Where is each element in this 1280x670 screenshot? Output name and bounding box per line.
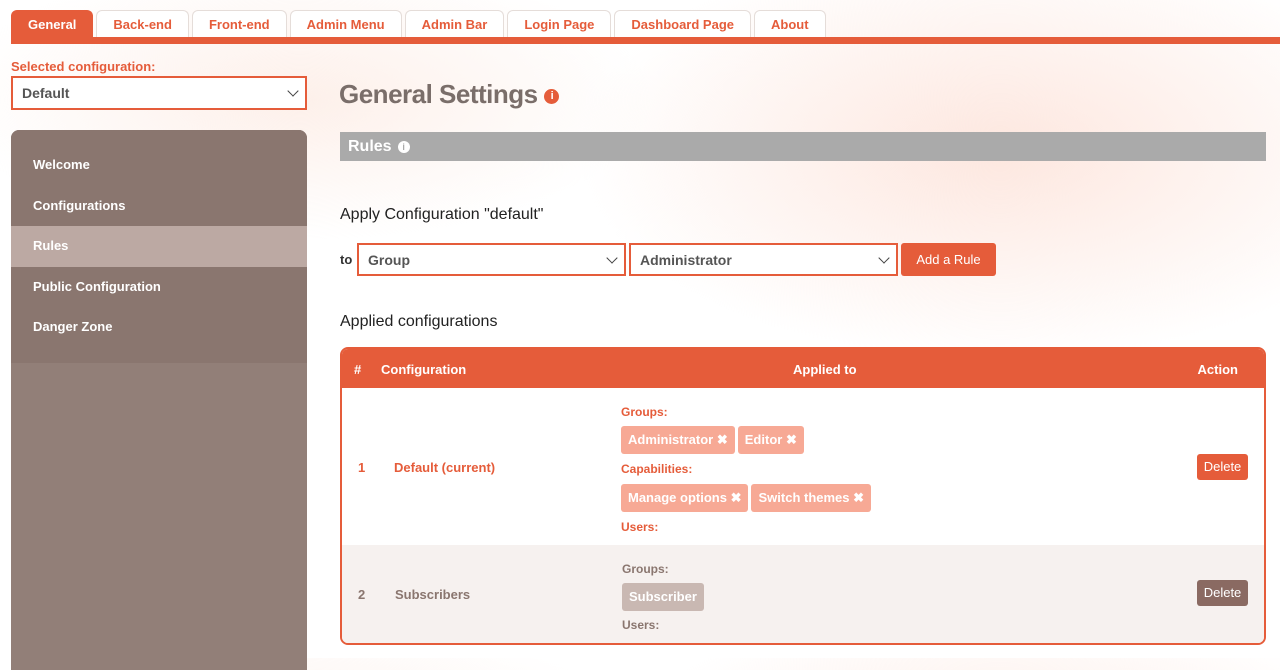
chevron-down-icon [606,251,618,264]
page-title-text: General Settings [339,79,538,109]
chevron-down-icon [878,251,890,264]
tab-admin-menu[interactable]: Admin Menu [289,10,402,37]
sidebar: Welcome Configurations Rules Public Conf… [11,130,307,670]
delete-button[interactable]: Delete [1197,580,1248,606]
table-row: 2 Subscribers Groups: Subscriber Users: … [342,545,1264,643]
apply-title: Apply Configuration "default" [340,206,544,223]
capability-chip: Switch themes ✖ [751,484,872,512]
table-row: 1 Default (current) Groups: Administrato… [342,388,1264,545]
rule-type-select[interactable]: Group [357,243,626,276]
sidebar-item-danger-zone[interactable]: Danger Zone [11,307,307,348]
row-name: Subscribers [395,587,471,602]
chip-label: Administrator [628,432,714,447]
groups-label: Groups: [622,562,669,576]
delete-button[interactable]: Delete [1197,454,1248,480]
group-chip: Administrator ✖ [621,426,735,454]
tab-login-page[interactable]: Login Page [507,10,612,37]
tab-general[interactable]: General [11,10,94,37]
rule-target-value: Administrator [640,251,732,268]
remove-icon[interactable]: ✖ [731,490,742,505]
tab-front-end[interactable]: Front-end [191,10,287,37]
info-icon[interactable]: i [397,140,410,153]
selected-configuration-label: Selected configuration: [11,59,156,74]
tab-bar: General Back-end Front-end Admin Menu Ad… [11,10,826,37]
capabilities-label: Capabilities: [621,462,693,476]
configuration-select[interactable]: Default [11,76,307,110]
chip-label: Manage options [628,490,727,505]
remove-icon[interactable]: ✖ [717,432,728,447]
chip-label: Editor [744,432,783,447]
tab-dashboard-page[interactable]: Dashboard Page [614,10,751,37]
group-chip: Editor ✖ [737,426,804,454]
tab-back-end[interactable]: Back-end [96,10,189,37]
group-chip: Subscriber [622,583,704,611]
chip-label: Switch themes [758,490,850,505]
sidebar-item-rules[interactable]: Rules [11,226,307,267]
remove-icon[interactable]: ✖ [853,490,864,505]
chevron-down-icon [287,85,299,97]
tab-admin-bar[interactable]: Admin Bar [404,10,505,37]
header-configuration: Configuration [381,362,467,377]
row-num: 2 [358,587,366,602]
row-num: 1 [358,460,366,475]
rules-header: Rules i [340,132,1266,161]
sidebar-item-welcome[interactable]: Welcome [11,145,307,186]
table-header: # Configuration Applied to Action [342,349,1264,388]
rule-type-value: Group [368,251,410,268]
to-label: to [340,252,353,267]
configuration-select-value: Default [22,85,70,101]
tab-about[interactable]: About [754,10,826,37]
sidebar-item-public-configuration[interactable]: Public Configuration [11,267,307,308]
info-icon[interactable]: i [544,88,560,104]
users-label: Users: [622,618,660,632]
header-num: # [354,362,362,377]
row-name: Default (current) [394,460,496,475]
sidebar-item-configurations[interactable]: Configurations [11,186,307,227]
remove-icon[interactable]: ✖ [786,432,797,447]
tab-underline [11,37,1280,44]
page-title: General Settings i [339,79,560,110]
rule-target-select[interactable]: Administrator [629,243,898,276]
applied-title: Applied configurations [340,313,498,330]
applied-configurations-table: # Configuration Applied to Action 1 Defa… [340,347,1266,645]
header-applied-to: Applied to [793,362,857,377]
groups-label: Groups: [621,405,668,419]
add-rule-button[interactable]: Add a Rule [901,243,996,276]
capability-chip: Manage options ✖ [621,484,749,512]
header-action: Action [1197,362,1238,377]
rules-header-text: Rules [348,138,392,155]
users-label: Users: [621,520,659,534]
